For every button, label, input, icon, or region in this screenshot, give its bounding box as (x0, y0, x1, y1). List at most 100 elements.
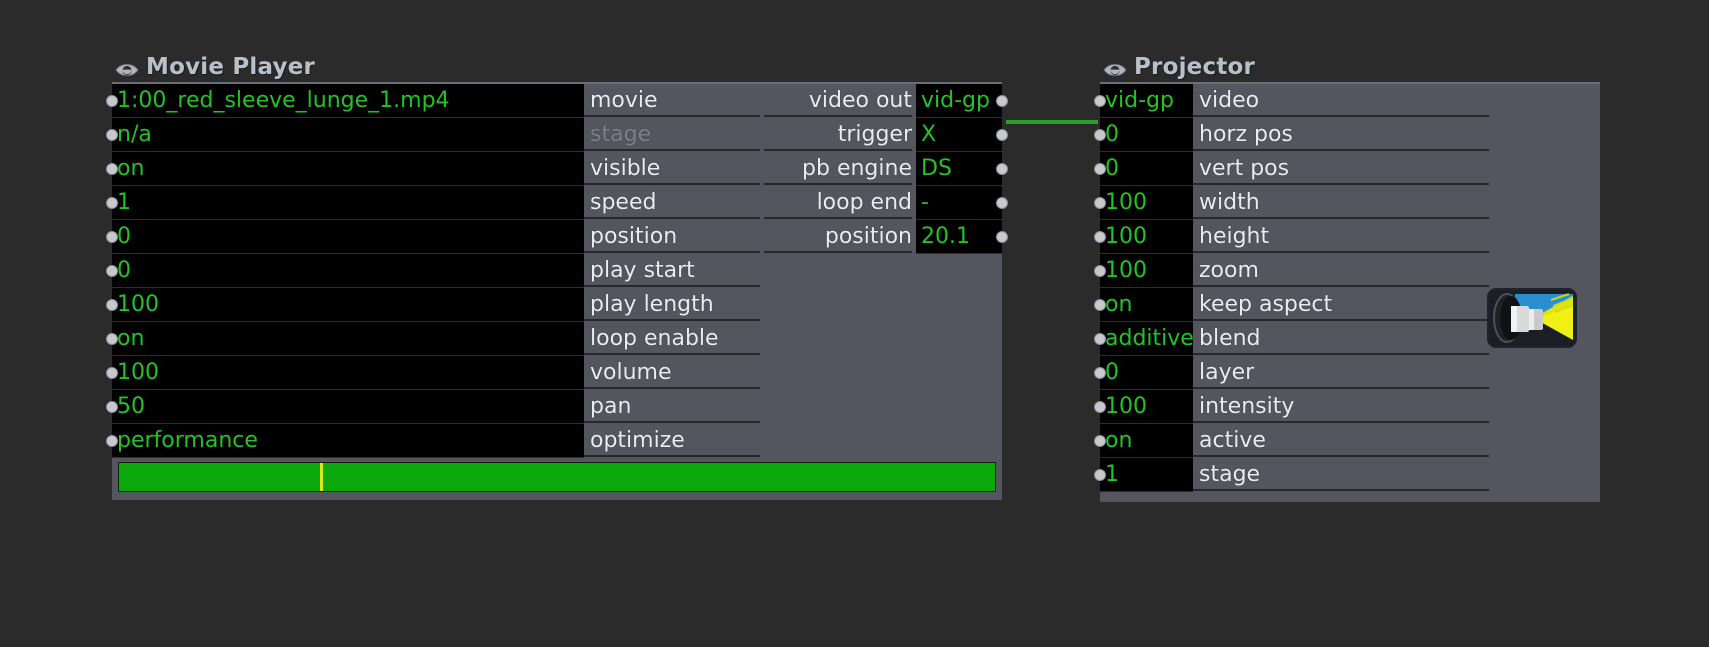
parameter-row: 100 play length (106, 288, 1002, 322)
input-label-stage: stage (1193, 458, 1493, 492)
input-port-volume[interactable] (106, 367, 118, 379)
node-title-projector[interactable]: Projector (1100, 52, 1600, 82)
input-value-intensity[interactable]: 100 (1100, 390, 1193, 424)
input-value-layer[interactable]: 0 (1100, 356, 1193, 390)
node-title-label: Projector (1134, 54, 1256, 80)
input-value-stage[interactable]: n/a (112, 118, 584, 152)
input-port-loop-enable[interactable] (106, 333, 118, 345)
node-title-label: Movie Player (146, 54, 316, 80)
input-port-play-start[interactable] (106, 265, 118, 277)
eye-icon[interactable] (114, 59, 140, 77)
playback-progress-bar[interactable] (118, 462, 996, 492)
node-projector[interactable]: Projector vid-gp video 0 horz pos 0 vert pos 1… (1094, 52, 1600, 502)
output-value-trigger[interactable]: X (916, 118, 1002, 152)
input-port-play-length[interactable] (106, 299, 118, 311)
input-port-stage[interactable] (1094, 469, 1106, 481)
input-port-pan[interactable] (106, 401, 118, 413)
input-port-position[interactable] (106, 231, 118, 243)
output-label-position: position (764, 220, 916, 254)
output-port-trigger[interactable] (996, 129, 1008, 141)
input-port-keep-aspect[interactable] (1094, 299, 1106, 311)
input-label-pan: pan (584, 390, 764, 424)
parameter-row: 0 layer (1094, 356, 1600, 390)
input-label-speed: speed (584, 186, 764, 220)
input-value-video[interactable]: vid-gp (1100, 84, 1193, 118)
output-port-position[interactable] (996, 231, 1008, 243)
input-port-zoom[interactable] (1094, 265, 1106, 277)
output-value-loop-end[interactable]: - (916, 186, 1002, 220)
input-label-width: width (1193, 186, 1493, 220)
input-value-active[interactable]: on (1100, 424, 1193, 458)
input-label-horz-pos: horz pos (1193, 118, 1493, 152)
input-label-optimize: optimize (584, 424, 764, 458)
input-port-stage[interactable] (106, 129, 118, 141)
input-label-volume: volume (584, 356, 764, 390)
input-value-play-start[interactable]: 0 (112, 254, 584, 288)
input-value-optimize[interactable]: performance (112, 424, 584, 458)
input-value-position[interactable]: 0 (112, 220, 584, 254)
input-value-speed[interactable]: 1 (112, 186, 584, 220)
projector-icon[interactable] (1487, 288, 1577, 348)
input-port-visible[interactable] (106, 163, 118, 175)
connection-cable-video[interactable] (1006, 120, 1098, 124)
input-value-movie[interactable]: 1:00_red_sleeve_lunge_1.mp4 (112, 84, 584, 118)
input-port-active[interactable] (1094, 435, 1106, 447)
input-port-video[interactable] (1094, 95, 1106, 107)
input-value-play-length[interactable]: 100 (112, 288, 584, 322)
input-label-vert-pos: vert pos (1193, 152, 1493, 186)
input-port-movie[interactable] (106, 95, 118, 107)
input-label-movie: movie (584, 84, 764, 118)
input-label-keep-aspect: keep aspect (1193, 288, 1493, 322)
input-port-layer[interactable] (1094, 367, 1106, 379)
input-port-vert-pos[interactable] (1094, 163, 1106, 175)
input-port-speed[interactable] (106, 197, 118, 209)
output-port-pb-engine[interactable] (996, 163, 1008, 175)
output-port-video-out[interactable] (996, 95, 1008, 107)
input-value-height[interactable]: 100 (1100, 220, 1193, 254)
input-value-vert-pos[interactable]: 0 (1100, 152, 1193, 186)
node-movie-player[interactable]: Movie Player 1:00_red_sleeve_lunge_1.mp4… (106, 52, 1008, 500)
playhead-marker[interactable] (320, 463, 324, 491)
output-value-video-out[interactable]: vid-gp (916, 84, 1002, 118)
input-port-optimize[interactable] (106, 435, 118, 447)
input-label-intensity: intensity (1193, 390, 1493, 424)
eye-icon[interactable] (1102, 59, 1128, 77)
input-value-stage[interactable]: 1 (1100, 458, 1193, 492)
parameter-row: 100 intensity (1094, 390, 1600, 424)
input-label-loop-enable: loop enable (584, 322, 764, 356)
input-value-zoom[interactable]: 100 (1100, 254, 1193, 288)
input-port-height[interactable] (1094, 231, 1106, 243)
input-value-keep-aspect[interactable]: on (1100, 288, 1193, 322)
output-label-trigger: trigger (764, 118, 916, 152)
input-port-width[interactable] (1094, 197, 1106, 209)
input-port-blend[interactable] (1094, 333, 1106, 345)
parameter-row: performance optimize (106, 424, 1002, 458)
input-label-play-start: play start (584, 254, 764, 288)
input-value-horz-pos[interactable]: 0 (1100, 118, 1193, 152)
input-label-blend: blend (1193, 322, 1493, 356)
parameter-row: 1 stage (1094, 458, 1600, 492)
input-label-video: video (1193, 84, 1493, 118)
node-title-movie-player[interactable]: Movie Player (112, 52, 1002, 82)
parameter-row: on active (1094, 424, 1600, 458)
parameter-row: 100 volume (106, 356, 1002, 390)
input-port-horz-pos[interactable] (1094, 129, 1106, 141)
input-value-volume[interactable]: 100 (112, 356, 584, 390)
input-value-visible[interactable]: on (112, 152, 584, 186)
input-value-blend[interactable]: additive (1100, 322, 1193, 356)
parameter-row: vid-gp video (1094, 84, 1600, 118)
input-value-loop-enable[interactable]: on (112, 322, 584, 356)
input-label-layer: layer (1193, 356, 1493, 390)
output-value-position[interactable]: 20.1 (916, 220, 1002, 254)
input-value-width[interactable]: 100 (1100, 186, 1193, 220)
parameter-row: 0 horz pos (1094, 118, 1600, 152)
parameter-row: 100 height (1094, 220, 1600, 254)
progress-fill (119, 463, 995, 491)
input-label-position: position (584, 220, 764, 254)
parameter-row: 0 position position 20.1 (106, 220, 1008, 254)
input-port-intensity[interactable] (1094, 401, 1106, 413)
input-value-pan[interactable]: 50 (112, 390, 584, 424)
output-port-loop-end[interactable] (996, 197, 1008, 209)
input-label-play-length: play length (584, 288, 764, 322)
output-value-pb-engine[interactable]: DS (916, 152, 1002, 186)
